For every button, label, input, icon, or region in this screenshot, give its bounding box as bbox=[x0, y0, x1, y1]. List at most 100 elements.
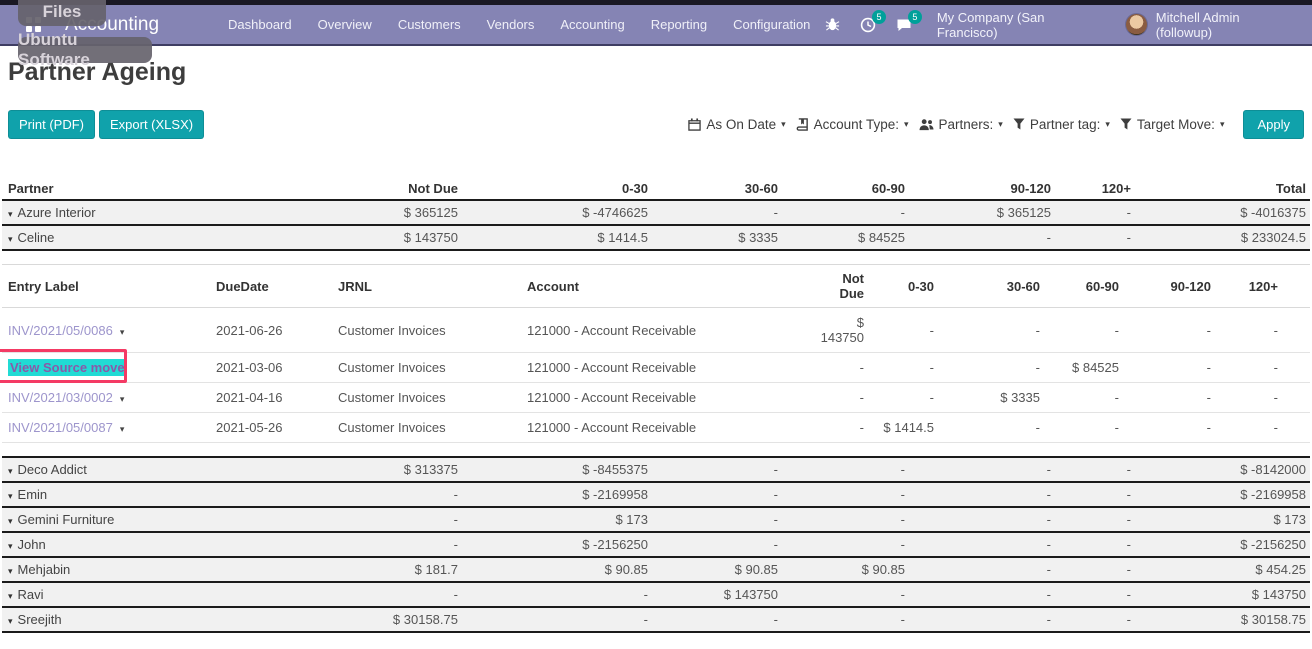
amount-cell: $ 143750 bbox=[1135, 582, 1310, 607]
chevron-down-icon[interactable]: ▾ bbox=[120, 394, 125, 404]
export-xlsx-button[interactable]: Export (XLSX) bbox=[99, 110, 204, 139]
view-source-move-link[interactable]: View Source move bbox=[8, 359, 127, 376]
files-tooltip: Files bbox=[18, 0, 106, 26]
partner-name-cell[interactable]: ▾Azure Interior bbox=[2, 200, 282, 225]
amount-cell: $ 30158.75 bbox=[1135, 607, 1310, 632]
amount-cell: $ 3335 bbox=[938, 383, 1044, 413]
amount-cell: - bbox=[282, 482, 462, 507]
collapse-caret-icon: ▾ bbox=[8, 616, 13, 626]
chevron-down-icon: ▾ bbox=[1105, 119, 1110, 130]
menu-vendors[interactable]: Vendors bbox=[474, 4, 548, 45]
amount-cell: - bbox=[1055, 482, 1135, 507]
collapse-caret-icon: ▾ bbox=[8, 591, 13, 601]
controls-bar: Print (PDF) Export (XLSX) As On Date ▾ A… bbox=[8, 109, 1304, 139]
amount-cell: - bbox=[909, 532, 1055, 557]
chevron-down-icon: ▾ bbox=[998, 119, 1003, 130]
amount-cell: $ 90.85 bbox=[782, 557, 909, 582]
amount-cell: - bbox=[909, 607, 1055, 632]
amount-cell: - bbox=[282, 507, 462, 532]
amount-cell: - bbox=[1055, 532, 1135, 557]
filter-label: Partner tag: bbox=[1030, 117, 1101, 132]
amount-cell: $ 30158.75 bbox=[282, 607, 462, 632]
entry-label-cell: View Source move bbox=[2, 353, 212, 383]
entry-label-cell: INV/2021/03/0002 ▾ bbox=[2, 383, 212, 413]
partner-name-cell[interactable]: ▾Ravi bbox=[2, 582, 282, 607]
amount-cell: - bbox=[909, 457, 1055, 482]
partner-name-cell[interactable]: ▾Emin bbox=[2, 482, 282, 507]
amount-cell: - bbox=[782, 200, 909, 225]
message-count-badge: 5 bbox=[908, 10, 922, 24]
menu-customers[interactable]: Customers bbox=[385, 4, 474, 45]
chevron-down-icon[interactable]: ▾ bbox=[120, 327, 125, 337]
menu-configuration[interactable]: Configuration bbox=[720, 4, 823, 45]
amount-cell: - bbox=[652, 482, 782, 507]
amount-cell: - bbox=[1055, 582, 1135, 607]
user-menu[interactable]: Mitchell Admin (followup) bbox=[1125, 10, 1298, 40]
partner-name-cell[interactable]: ▾Deco Addict bbox=[2, 457, 282, 482]
company-switcher[interactable]: My Company (San Francisco) bbox=[937, 10, 1107, 40]
apply-button[interactable]: Apply bbox=[1243, 110, 1304, 139]
collapse-caret-icon: ▾ bbox=[8, 566, 13, 576]
partner-name-cell[interactable]: ▾ Sreejith bbox=[2, 607, 282, 632]
filter-account-type[interactable]: Account Type: ▾ bbox=[793, 117, 912, 132]
entry-link[interactable]: INV/2021/03/0002 bbox=[8, 390, 113, 405]
amount-cell: - bbox=[909, 557, 1055, 582]
menu-dashboard[interactable]: Dashboard bbox=[215, 4, 305, 45]
user-name: Mitchell Admin (followup) bbox=[1156, 10, 1298, 40]
amount-cell: - bbox=[1215, 413, 1310, 443]
amount-cell: - bbox=[652, 507, 782, 532]
partner-name-cell[interactable]: ▾Celine bbox=[2, 225, 282, 250]
partner-name-cell[interactable]: ▾John bbox=[2, 532, 282, 557]
amount-cell: - bbox=[462, 582, 652, 607]
filter-label: Account Type: bbox=[814, 117, 899, 132]
entry-link[interactable]: INV/2021/05/0087 bbox=[8, 420, 113, 435]
detail-header-row: Entry Label DueDate JRNL Account Not Due… bbox=[2, 265, 1310, 308]
amount-cell: $ -2156250 bbox=[1135, 532, 1310, 557]
col-90-120: 90-120 bbox=[1123, 265, 1215, 308]
partner-row: ▾Mehjabin $ 181.7 $ 90.85 $ 90.85 $ 90.8… bbox=[2, 557, 1310, 582]
entry-row: INV/2021/05/0087▾ 2021-05-26 Customer In… bbox=[2, 413, 1310, 443]
filter-as-on-date[interactable]: As On Date ▾ bbox=[685, 117, 788, 132]
amount-cell: - bbox=[282, 532, 462, 557]
col-account: Account bbox=[523, 265, 813, 308]
debug-bug-icon[interactable] bbox=[823, 16, 841, 34]
amount-cell: $ 173 bbox=[1135, 507, 1310, 532]
entry-row: INV/2021/03/0002▾ 2021-04-16 Customer In… bbox=[2, 383, 1310, 413]
filter-partners[interactable]: Partners: ▾ bbox=[916, 117, 1006, 132]
col-60-90: 60-90 bbox=[1044, 265, 1123, 308]
amount-cell: $ 1414.5 bbox=[462, 225, 652, 250]
col-jrnl: JRNL bbox=[334, 265, 523, 308]
entry-link[interactable]: INV/2021/05/0086 bbox=[8, 323, 113, 338]
print-pdf-button[interactable]: Print (PDF) bbox=[8, 110, 95, 139]
amount-cell: $ 143750 bbox=[652, 582, 782, 607]
menu-overview[interactable]: Overview bbox=[305, 4, 385, 45]
amount-cell: - bbox=[1044, 413, 1123, 443]
amount-cell: $ -2169958 bbox=[462, 482, 652, 507]
filter-label: Partners: bbox=[939, 117, 994, 132]
chevron-down-icon[interactable]: ▾ bbox=[120, 424, 125, 434]
activities-clock-icon[interactable]: 5 bbox=[859, 16, 877, 34]
collapse-caret-icon: ▾ bbox=[8, 466, 13, 476]
col-not-due: Not Due bbox=[282, 178, 462, 200]
amount-cell: $ 233024.5 bbox=[1135, 225, 1310, 250]
col-60-90: 60-90 bbox=[782, 178, 909, 200]
filter-bar: As On Date ▾ Account Type: ▾ Partners: ▾… bbox=[685, 110, 1304, 139]
amount-cell: $ -2156250 bbox=[462, 532, 652, 557]
amount-cell: - bbox=[1215, 383, 1310, 413]
filter-partner-tag[interactable]: Partner tag: ▾ bbox=[1010, 117, 1113, 132]
amount-cell: $ 143750 bbox=[282, 225, 462, 250]
partner-name: Sreejith bbox=[18, 612, 62, 627]
amount-cell: $ 3335 bbox=[652, 225, 782, 250]
amount-cell: - bbox=[938, 353, 1044, 383]
messages-chat-icon[interactable]: 5 bbox=[895, 16, 913, 34]
amount-cell: - bbox=[782, 507, 909, 532]
partner-name-cell[interactable]: ▾Gemini Furniture bbox=[2, 507, 282, 532]
menu-reporting[interactable]: Reporting bbox=[638, 4, 720, 45]
partner-name-cell[interactable]: ▾Mehjabin bbox=[2, 557, 282, 582]
partner-name: Azure Interior bbox=[18, 205, 96, 220]
partner-name: John bbox=[18, 537, 46, 552]
menu-accounting[interactable]: Accounting bbox=[547, 4, 637, 45]
filter-target-move[interactable]: Target Move: ▾ bbox=[1117, 117, 1228, 132]
book-icon bbox=[796, 118, 809, 131]
filter-label: As On Date bbox=[706, 117, 776, 132]
